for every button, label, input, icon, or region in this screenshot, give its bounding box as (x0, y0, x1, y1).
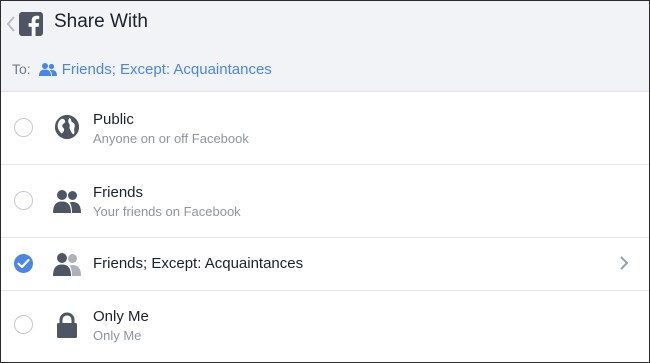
option-friends[interactable]: Friends Your friends on Facebook (1, 165, 649, 238)
option-public[interactable]: Public Anyone on or off Facebook (1, 92, 649, 165)
checkmark-icon (17, 258, 30, 269)
chevron-right-icon[interactable] (619, 255, 629, 271)
friends-icon (38, 63, 57, 76)
radio-button[interactable] (14, 191, 33, 210)
option-subtitle: Anyone on or off Facebook (93, 131, 249, 146)
globe-icon (54, 114, 80, 140)
friends-except-icon (53, 253, 81, 276)
option-subtitle: Your friends on Facebook (93, 204, 241, 219)
share-with-panel: Share With To: Friends; Except: Acquaint… (0, 0, 650, 363)
page-title: Share With (54, 11, 148, 32)
header: Share With To: Friends; Except: Acquaint… (1, 1, 649, 92)
option-title: Friends; Except: Acquaintances (93, 255, 304, 272)
option-friends-except[interactable]: Friends; Except: Acquaintances (1, 238, 649, 291)
radio-button[interactable] (14, 315, 33, 334)
to-label: To: (12, 61, 31, 77)
radio-button-checked[interactable] (14, 254, 33, 273)
option-subtitle: Only Me (93, 328, 142, 343)
friends-icon (53, 190, 81, 213)
option-title: Friends (93, 184, 144, 201)
option-title: Only Me (93, 308, 149, 325)
option-title: Public (93, 111, 134, 128)
facebook-logo-icon (19, 12, 43, 36)
lock-icon (57, 312, 77, 338)
back-chevron-icon[interactable] (5, 14, 17, 34)
to-recipient-row[interactable]: To: Friends; Except: Acquaintances (12, 59, 272, 79)
radio-button[interactable] (14, 118, 33, 137)
to-recipient-value[interactable]: Friends; Except: Acquaintances (62, 61, 272, 78)
option-only-me[interactable]: Only Me Only Me (1, 291, 649, 362)
